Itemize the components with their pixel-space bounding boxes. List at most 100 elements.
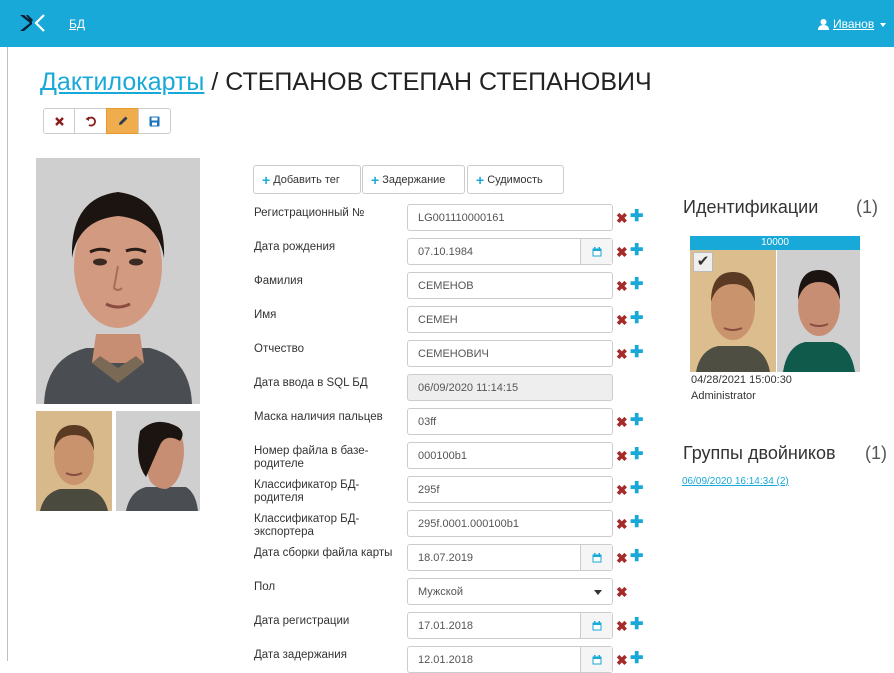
- add-field-icon[interactable]: ✚: [630, 651, 643, 667]
- field-label: Дата ввода в SQL БД: [254, 377, 368, 389]
- plus-icon: +: [371, 171, 380, 188]
- logo-icon[interactable]: [20, 14, 46, 32]
- add-tag-button[interactable]: + Добавить тег: [253, 165, 361, 194]
- date-field[interactable]: 17.01.2018: [407, 612, 613, 639]
- add-field-icon[interactable]: ✚: [630, 345, 643, 361]
- field-value: 000100b1: [418, 449, 467, 462]
- delete-button[interactable]: [43, 108, 75, 134]
- text-field[interactable]: СЕМЕНОВИЧ: [407, 340, 613, 367]
- field-label: Дата сборки файла карты: [254, 547, 393, 559]
- identification-photo-reference[interactable]: [777, 250, 860, 372]
- save-button[interactable]: [138, 108, 171, 134]
- calendar-icon[interactable]: [580, 239, 612, 264]
- face-thumbnail-profile[interactable]: [116, 411, 200, 511]
- text-field[interactable]: СЕМЕН: [407, 306, 613, 333]
- field-label: Пол: [254, 581, 276, 593]
- conviction-button[interactable]: + Судимость: [467, 165, 564, 194]
- remove-field-icon[interactable]: ✖: [616, 347, 628, 361]
- add-field-icon[interactable]: ✚: [630, 549, 643, 565]
- detention-label: Задержание: [382, 173, 446, 186]
- add-field-icon[interactable]: ✚: [630, 311, 643, 327]
- remove-field-icon[interactable]: ✖: [616, 517, 628, 531]
- identification-card[interactable]: 10000 ✔: [690, 236, 860, 372]
- edit-button[interactable]: [106, 108, 139, 134]
- remove-field-icon[interactable]: ✖: [616, 449, 628, 463]
- field-label: Классификатор БД-родителя: [254, 479, 360, 504]
- breadcrumb-link[interactable]: Дактилокарты: [40, 68, 204, 96]
- detention-button[interactable]: + Задержание: [362, 165, 465, 194]
- identification-date: 04/28/2021 15:00:30: [691, 374, 792, 386]
- field-label: Маска наличия пальцев: [254, 411, 383, 423]
- text-field[interactable]: СЕМЕНОВ: [407, 272, 613, 299]
- chevron-down-icon: [880, 23, 887, 27]
- date-field[interactable]: 07.10.1984: [407, 238, 613, 265]
- field-label: Классификатор БД-экспортера: [254, 513, 360, 538]
- field-value: СЕМЕНОВИЧ: [418, 347, 489, 360]
- calendar-icon[interactable]: [580, 613, 612, 638]
- field-value: 295f: [418, 483, 440, 496]
- field-value: 03ff: [418, 415, 437, 428]
- close-icon: [54, 116, 64, 126]
- field-label: Регистрационный №: [254, 207, 365, 219]
- calendar-icon[interactable]: [580, 647, 612, 672]
- remove-field-icon[interactable]: ✖: [616, 313, 628, 327]
- remove-field-icon[interactable]: ✖: [616, 279, 628, 293]
- text-field: 06/09/2020 11:14:15: [407, 374, 613, 401]
- date-field[interactable]: 12.01.2018: [407, 646, 613, 673]
- add-field-icon[interactable]: ✚: [630, 447, 643, 463]
- text-field[interactable]: 295f: [407, 476, 613, 503]
- nav-link-db[interactable]: БД: [69, 17, 85, 31]
- add-tag-label: Добавить тег: [273, 173, 340, 186]
- field-value: 12.01.2018: [418, 653, 474, 666]
- remove-field-icon[interactable]: ✖: [616, 585, 628, 599]
- plus-icon: +: [476, 171, 485, 188]
- remove-field-icon[interactable]: ✖: [616, 619, 628, 633]
- add-field-icon[interactable]: ✚: [630, 413, 643, 429]
- conviction-label: Судимость: [487, 173, 543, 186]
- add-field-icon[interactable]: ✚: [630, 277, 643, 293]
- text-field[interactable]: LG001110000161: [407, 204, 613, 231]
- user-name[interactable]: Иванов: [833, 17, 874, 31]
- remove-field-icon[interactable]: ✖: [616, 551, 628, 565]
- undo-button[interactable]: [74, 108, 107, 134]
- calendar-icon[interactable]: [580, 545, 612, 570]
- date-field[interactable]: 18.07.2019: [407, 544, 613, 571]
- front-photo: [36, 411, 112, 511]
- person-name: СТЕПАНОВ СТЕПАН СТЕПАНОВИЧ: [225, 68, 652, 96]
- field-label: Отчество: [254, 343, 304, 355]
- remove-field-icon[interactable]: ✖: [616, 653, 628, 667]
- add-field-icon[interactable]: ✚: [630, 617, 643, 633]
- identification-user: Administrator: [691, 390, 756, 402]
- field-value: 17.01.2018: [418, 619, 474, 632]
- user-menu[interactable]: Иванов: [818, 17, 887, 31]
- text-field[interactable]: 295f.0001.000100b1: [407, 510, 613, 537]
- field-value: СЕМЕНОВ: [418, 279, 474, 292]
- page-title: Дактилокарты / СТЕПАНОВ СТЕПАН СТЕПАНОВИ…: [40, 67, 652, 97]
- remove-field-icon[interactable]: ✖: [616, 483, 628, 497]
- remove-field-icon[interactable]: ✖: [616, 245, 628, 259]
- pencil-icon: [118, 116, 127, 125]
- add-field-icon[interactable]: ✚: [630, 515, 643, 531]
- identification-checkbox[interactable]: ✔: [693, 252, 713, 272]
- remove-field-icon[interactable]: ✖: [616, 211, 628, 225]
- breadcrumb-separator: /: [211, 68, 219, 96]
- add-field-icon[interactable]: ✚: [630, 209, 643, 225]
- add-field-icon[interactable]: ✚: [630, 243, 643, 259]
- reference-photo: [777, 250, 860, 372]
- field-label: Дата рождения: [254, 241, 336, 253]
- add-field-icon[interactable]: ✚: [630, 481, 643, 497]
- remove-field-icon[interactable]: ✖: [616, 415, 628, 429]
- field-label: Дата регистрации: [254, 615, 350, 627]
- gender-select[interactable]: Мужской: [407, 578, 613, 605]
- field-value: LG001110000161: [418, 211, 505, 224]
- save-icon: [149, 116, 160, 126]
- twins-group-link[interactable]: 06/09/2020 16:14:34 (2): [682, 476, 789, 487]
- twins-count: (1): [865, 443, 887, 463]
- field-label: Дата задержания: [254, 649, 347, 661]
- text-field[interactable]: 000100b1: [407, 442, 613, 469]
- face-thumbnail-front[interactable]: [36, 411, 112, 511]
- text-field[interactable]: 03ff: [407, 408, 613, 435]
- field-value: СЕМЕН: [418, 313, 458, 326]
- main-face-photo[interactable]: [36, 158, 200, 404]
- profile-photo: [116, 411, 200, 511]
